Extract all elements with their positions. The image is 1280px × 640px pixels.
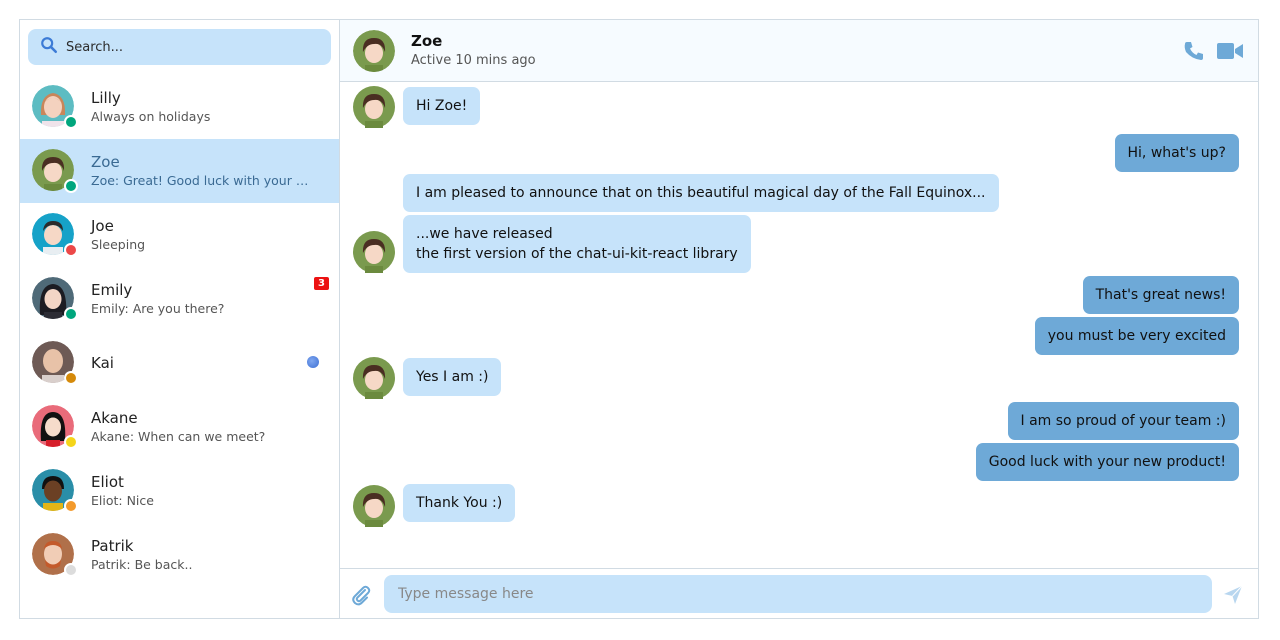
conversation-name: Eliot: [91, 472, 124, 491]
avatar: [353, 86, 395, 128]
conversation-name: Kai: [91, 353, 114, 372]
message-outgoing: you must be very excited: [1034, 317, 1239, 355]
message-bubble: That's great news!: [1082, 276, 1239, 314]
message-outgoing: I am so proud of your team :): [1007, 402, 1239, 440]
status-indicator: [64, 179, 78, 193]
conversation-sidebar: Lilly Always on holidays Zoe: [20, 20, 340, 618]
message-input-container[interactable]: [384, 575, 1212, 613]
conversation-list: Lilly Always on holidays Zoe Zoe: Great!…: [20, 75, 339, 587]
conversation-name: Emily: [91, 280, 133, 299]
attachment-icon[interactable]: [350, 584, 372, 606]
avatar: [32, 85, 78, 129]
header-contact-status: Active 10 mins ago: [411, 52, 536, 68]
conversation-item-emily[interactable]: Emily Emily: Are you there? 3: [20, 267, 339, 331]
unread-dot: [307, 356, 319, 368]
avatar: [32, 405, 78, 449]
conversation-last-message: Patrik: Be back..: [91, 556, 193, 572]
message-composer: [340, 568, 1258, 618]
conversation-name: Akane: [91, 408, 138, 427]
conversation-last-message: Akane: When can we meet?: [91, 428, 266, 444]
chat-app: Lilly Always on holidays Zoe: [19, 19, 1259, 619]
conversation-last-message: Zoe: Great! Good luck with your ne...: [91, 172, 311, 188]
status-indicator: [64, 243, 78, 257]
message-incoming: I am pleased to announce that on this be…: [403, 174, 999, 212]
avatar: [32, 469, 78, 513]
conversation-item-eliot[interactable]: Eliot Eliot: Nice: [20, 459, 339, 523]
message-line: ...we have released: [416, 226, 553, 242]
chat-container: Zoe Active 10 mins ago Hi Zoe! Hi, what'…: [340, 20, 1258, 618]
message-bubble: ...we have released the first version of…: [403, 215, 751, 273]
header-contact-name: Zoe: [411, 31, 443, 50]
message-bubble: Yes I am :): [403, 358, 502, 396]
message-line: the first version of the chat-ui-kit-rea…: [416, 246, 738, 262]
message-bubble: Hi Zoe!: [403, 87, 481, 125]
video-icon[interactable]: [1216, 38, 1244, 64]
avatar: [353, 231, 395, 273]
avatar: [353, 485, 395, 527]
avatar: [353, 29, 395, 72]
phone-icon[interactable]: [1180, 38, 1208, 64]
message-input[interactable]: [398, 586, 1198, 602]
avatar: [353, 357, 395, 399]
conversation-item-patrik[interactable]: Patrik Patrik: Be back..: [20, 523, 339, 587]
conversation-last-message: Sleeping: [91, 236, 146, 252]
avatar: [32, 341, 78, 385]
conversation-item-lilly[interactable]: Lilly Always on holidays: [20, 75, 339, 139]
conversation-name: Joe: [91, 216, 114, 235]
message-incoming: Hi Zoe!: [353, 86, 481, 128]
message-incoming: Thank You :): [353, 484, 516, 527]
conversation-name: Lilly: [91, 88, 121, 107]
status-indicator: [64, 499, 78, 513]
avatar: [32, 213, 78, 257]
conversation-item-joe[interactable]: Joe Sleeping: [20, 203, 339, 267]
conversation-name: Zoe: [91, 152, 120, 171]
message-bubble: Good luck with your new product!: [975, 443, 1239, 481]
conversation-last-message: Always on holidays: [91, 108, 211, 124]
message-incoming: ...we have released the first version of…: [353, 215, 751, 273]
message-outgoing: That's great news!: [1082, 276, 1239, 314]
message-bubble: you must be very excited: [1034, 317, 1239, 355]
message-bubble: Thank You :): [403, 484, 516, 522]
message-incoming: Yes I am :): [353, 357, 502, 399]
message-list: Hi Zoe! Hi, what's up? I am pleased to a…: [340, 82, 1258, 568]
message-bubble: Hi, what's up?: [1114, 134, 1239, 172]
message-bubble: I am so proud of your team :): [1007, 402, 1239, 440]
status-indicator: [64, 435, 78, 449]
conversation-item-zoe[interactable]: Zoe Zoe: Great! Good luck with your ne..…: [20, 139, 339, 203]
search-box[interactable]: [28, 29, 331, 65]
send-icon[interactable]: [1222, 584, 1244, 606]
conversation-header: Zoe Active 10 mins ago: [340, 20, 1258, 82]
conversation-name: Patrik: [91, 536, 134, 555]
search-icon: [40, 36, 58, 58]
search-input[interactable]: [66, 39, 306, 55]
status-indicator: [64, 371, 78, 385]
unread-count-badge: 3: [314, 277, 329, 290]
status-indicator: [64, 115, 78, 129]
avatar: [32, 277, 78, 321]
conversation-item-akane[interactable]: Akane Akane: When can we meet?: [20, 395, 339, 459]
avatar: [32, 149, 78, 193]
message-outgoing: Hi, what's up?: [1114, 134, 1239, 172]
avatar: [32, 533, 78, 577]
conversation-last-message: Eliot: Nice: [91, 492, 154, 508]
conversation-last-message: Emily: Are you there?: [91, 300, 225, 316]
conversation-item-kai[interactable]: Kai: [20, 331, 339, 395]
message-bubble: I am pleased to announce that on this be…: [403, 174, 999, 212]
message-outgoing: Good luck with your new product!: [975, 443, 1239, 481]
status-indicator: [64, 307, 78, 321]
status-indicator: [64, 563, 78, 577]
